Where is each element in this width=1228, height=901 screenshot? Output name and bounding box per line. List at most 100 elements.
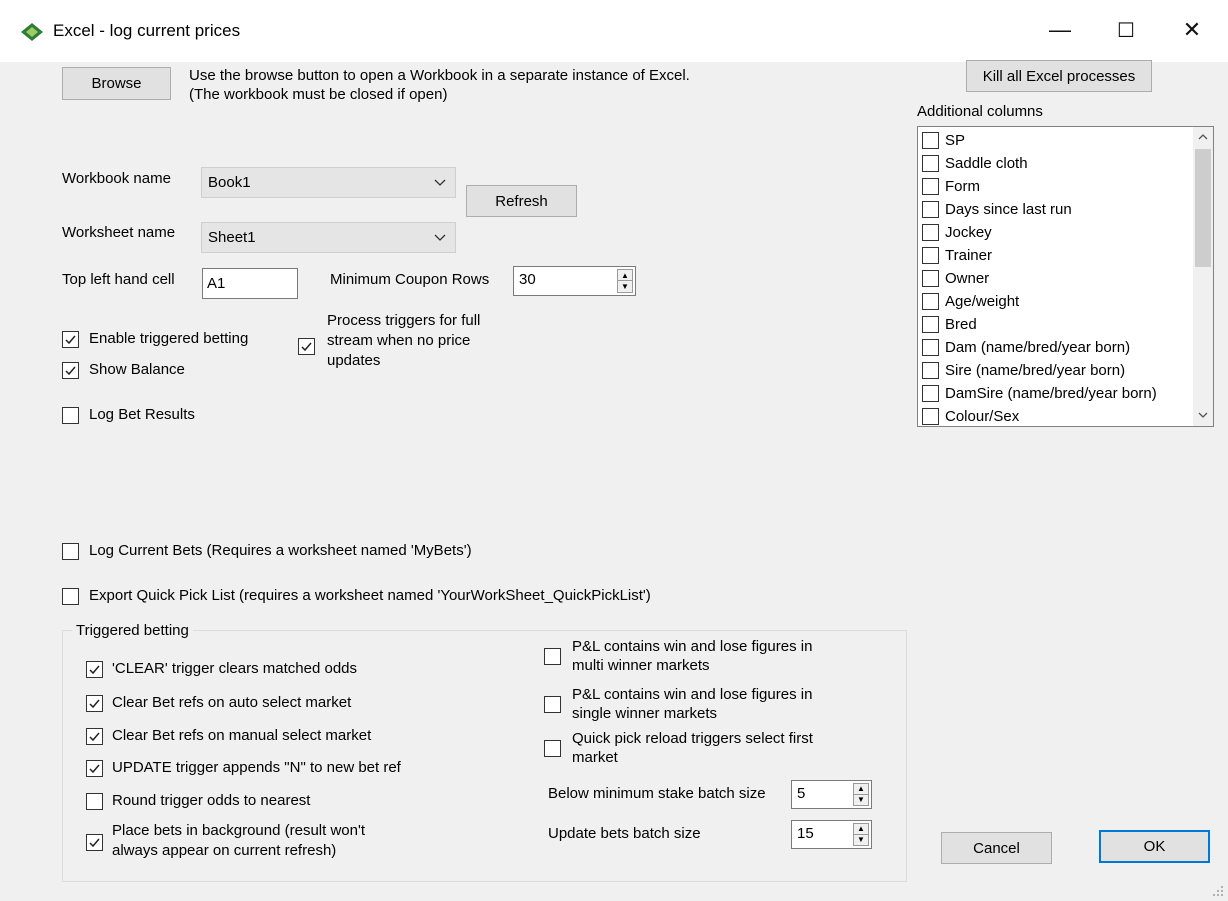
list-item-label: Colour/Sex <box>945 408 1020 425</box>
spin-up-icon[interactable]: ▲ <box>854 824 868 835</box>
list-item-checkbox[interactable] <box>922 155 939 172</box>
worksheet-value: Sheet1 <box>208 229 256 246</box>
close-button[interactable]: ✕ <box>1162 10 1222 50</box>
checkmark-icon <box>89 764 100 774</box>
spin-up-icon[interactable]: ▲ <box>618 270 632 281</box>
process-triggers-checkbox[interactable] <box>298 338 315 355</box>
spin-down-icon[interactable]: ▼ <box>618 281 632 292</box>
list-item-label: Age/weight <box>945 293 1020 310</box>
list-item-checkbox[interactable] <box>922 408 939 425</box>
log-current-bets-checkbox[interactable] <box>62 543 79 560</box>
list-item-checkbox[interactable] <box>922 247 939 264</box>
min-coupon-rows-value: 30 <box>519 271 536 288</box>
list-item-checkbox[interactable] <box>922 132 939 149</box>
list-item-label: Days since last run <box>945 201 1072 218</box>
list-item-checkbox[interactable] <box>922 201 939 218</box>
spin-down-icon[interactable]: ▼ <box>854 795 868 806</box>
list-item-checkbox[interactable] <box>922 293 939 310</box>
update-trigger-checkbox[interactable] <box>86 760 103 777</box>
list-item-checkbox[interactable] <box>922 316 939 333</box>
list-item[interactable]: Sire (name/bred/year born) <box>922 359 1125 382</box>
pl-multi-checkbox[interactable] <box>544 648 561 665</box>
worksheet-label: Worksheet name <box>62 224 176 241</box>
browse-button[interactable]: Browse <box>62 67 171 100</box>
kill-excel-button[interactable]: Kill all Excel processes <box>966 60 1152 92</box>
list-item[interactable]: Colour/Sex <box>922 405 1020 426</box>
list-item[interactable]: Jockey <box>922 221 992 244</box>
export-quick-pick-checkbox[interactable] <box>62 588 79 605</box>
worksheet-select[interactable]: Sheet1 <box>201 222 456 253</box>
ok-button[interactable]: OK <box>1099 830 1210 863</box>
workbook-select[interactable]: Book1 <box>201 167 456 198</box>
list-item[interactable]: Bred <box>922 313 977 336</box>
list-item[interactable]: Days since last run <box>922 198 1072 221</box>
window-title: Excel - log current prices <box>53 21 241 40</box>
show-balance-label: Show Balance <box>89 361 185 378</box>
below-min-stake-label: Below minimum stake batch size <box>548 785 766 802</box>
list-item-checkbox[interactable] <box>922 362 939 379</box>
refresh-button[interactable]: Refresh <box>466 185 577 217</box>
place-background-label-line2: always appear on current refresh) <box>112 842 337 859</box>
cancel-button[interactable]: Cancel <box>941 832 1052 864</box>
scroll-thumb[interactable] <box>1195 149 1211 267</box>
spin-up-icon[interactable]: ▲ <box>854 784 868 795</box>
list-item-label: Saddle cloth <box>945 155 1028 172</box>
resize-grip-icon[interactable] <box>1212 885 1224 897</box>
below-min-stake-stepper[interactable]: 5 ▲ ▼ <box>791 780 872 809</box>
clear-manual-refs-checkbox[interactable] <box>86 728 103 745</box>
list-item-checkbox[interactable] <box>922 385 939 402</box>
minimize-button[interactable]: — <box>1030 10 1090 50</box>
list-item[interactable]: Owner <box>922 267 989 290</box>
clear-trigger-label: 'CLEAR' trigger clears matched odds <box>112 660 358 677</box>
top-left-cell-label: Top left hand cell <box>62 271 175 288</box>
quick-pick-reload-checkbox[interactable] <box>544 740 561 757</box>
scroll-down-icon[interactable] <box>1198 411 1208 419</box>
maximize-button[interactable]: ☐ <box>1096 10 1156 50</box>
log-bet-results-checkbox[interactable] <box>62 407 79 424</box>
round-odds-checkbox[interactable] <box>86 793 103 810</box>
update-trigger-label: UPDATE trigger appends "N" to new bet re… <box>112 759 401 776</box>
list-item[interactable]: SP <box>922 129 965 152</box>
list-item-checkbox[interactable] <box>922 224 939 241</box>
list-item[interactable]: Form <box>922 175 980 198</box>
list-item-checkbox[interactable] <box>922 178 939 195</box>
list-item[interactable]: Dam (name/bred/year born) <box>922 336 1130 359</box>
min-coupon-rows-label: Minimum Coupon Rows <box>330 271 490 288</box>
pl-single-label-line1: P&L contains win and lose figures in <box>572 686 813 703</box>
excel-app-icon <box>20 20 44 44</box>
place-background-checkbox[interactable] <box>86 834 103 851</box>
list-item-checkbox[interactable] <box>922 339 939 356</box>
enable-triggered-checkbox[interactable] <box>62 331 79 348</box>
list-item-label: Sire (name/bred/year born) <box>945 362 1126 379</box>
checkmark-icon <box>65 366 76 376</box>
pl-single-label-line2: single winner markets <box>572 705 718 722</box>
show-balance-checkbox[interactable] <box>62 362 79 379</box>
list-item-checkbox[interactable] <box>922 270 939 287</box>
list-scrollbar[interactable] <box>1193 127 1213 426</box>
clear-trigger-checkbox[interactable] <box>86 661 103 678</box>
list-item-label: Form <box>945 178 980 195</box>
below-min-stake-value: 5 <box>797 785 806 802</box>
chevron-down-icon <box>434 234 446 241</box>
quick-pick-reload-label-line2: market <box>572 749 618 766</box>
list-item[interactable]: Trainer <box>922 244 992 267</box>
list-item[interactable]: DamSire (name/bred/year born) <box>922 382 1157 405</box>
list-item[interactable]: Saddle cloth <box>922 152 1028 175</box>
spin-down-icon[interactable]: ▼ <box>854 835 868 846</box>
list-item[interactable]: Age/weight <box>922 290 1019 313</box>
pl-multi-label-line1: P&L contains win and lose figures in <box>572 638 813 655</box>
checkmark-icon <box>301 342 312 352</box>
scroll-up-icon[interactable] <box>1198 133 1208 141</box>
min-coupon-rows-stepper[interactable]: 30 ▲ ▼ <box>513 266 636 296</box>
additional-columns-list[interactable]: SP Saddle cloth Form Days since last run… <box>917 126 1214 427</box>
clear-manual-refs-label: Clear Bet refs on manual select market <box>112 727 372 744</box>
list-item-label: Trainer <box>945 247 992 264</box>
pl-single-checkbox[interactable] <box>544 696 561 713</box>
top-left-cell-input[interactable]: A1 <box>202 268 298 299</box>
clear-auto-refs-checkbox[interactable] <box>86 695 103 712</box>
workbook-value: Book1 <box>208 174 251 191</box>
enable-triggered-label: Enable triggered betting <box>89 330 249 347</box>
pl-multi-label-line2: multi winner markets <box>572 657 710 674</box>
update-bets-batch-stepper[interactable]: 15 ▲ ▼ <box>791 820 872 849</box>
process-triggers-label-line1: Process triggers for full <box>327 312 481 329</box>
